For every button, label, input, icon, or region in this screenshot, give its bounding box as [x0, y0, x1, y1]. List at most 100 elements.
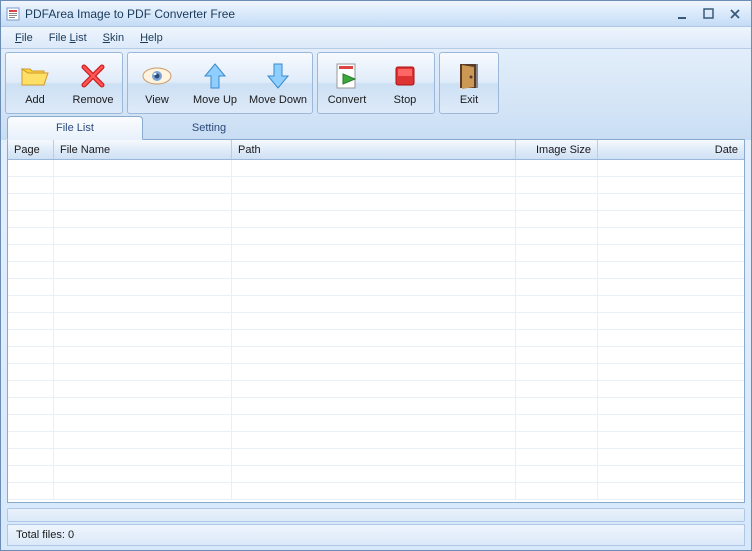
table-cell: [516, 211, 598, 227]
table-cell: [598, 262, 744, 278]
col-path[interactable]: Path: [232, 140, 516, 159]
menubar: File File List Skin Help: [1, 27, 751, 49]
table-cell: [8, 398, 54, 414]
table-cell: [516, 313, 598, 329]
menu-filelist[interactable]: File List: [43, 30, 93, 46]
table-cell: [232, 398, 516, 414]
table-row[interactable]: [8, 330, 744, 347]
table-cell: [598, 313, 744, 329]
table-body[interactable]: [8, 160, 744, 502]
table-cell: [232, 160, 516, 176]
table-row[interactable]: [8, 160, 744, 177]
stop-button[interactable]: Stop: [376, 53, 434, 113]
table-header: Page File Name Path Image Size Date: [8, 140, 744, 160]
table-cell: [54, 177, 232, 193]
table-cell: [516, 296, 598, 312]
app-icon: [5, 6, 21, 22]
table-cell: [232, 415, 516, 431]
tabbar: File List Setting: [1, 114, 751, 140]
table-cell: [8, 194, 54, 210]
table-cell: [516, 228, 598, 244]
toolbar-group-file: Add Remove: [5, 52, 123, 114]
table-cell: [516, 262, 598, 278]
titlebar[interactable]: PDFArea Image to PDF Converter Free: [1, 1, 751, 27]
status-total: Total files: 0: [16, 529, 74, 541]
table-cell: [8, 211, 54, 227]
table-cell: [516, 398, 598, 414]
toolbar-group-view: View Move Up Move Down: [127, 52, 313, 114]
table-cell: [8, 483, 54, 499]
col-filename[interactable]: File Name: [54, 140, 232, 159]
maximize-button[interactable]: [697, 6, 721, 22]
table-row[interactable]: [8, 466, 744, 483]
table-cell: [54, 466, 232, 482]
table-cell: [8, 279, 54, 295]
view-label: View: [145, 94, 169, 106]
table-cell: [54, 194, 232, 210]
table-row[interactable]: [8, 415, 744, 432]
col-date[interactable]: Date: [598, 140, 744, 159]
table-cell: [54, 160, 232, 176]
table-cell: [54, 449, 232, 465]
minimize-button[interactable]: [671, 6, 695, 22]
col-imagesize[interactable]: Image Size: [516, 140, 598, 159]
table-cell: [8, 381, 54, 397]
add-button[interactable]: Add: [6, 53, 64, 113]
table-row[interactable]: [8, 245, 744, 262]
exit-button[interactable]: Exit: [440, 53, 498, 113]
tab-setting[interactable]: Setting: [143, 116, 275, 140]
table-cell: [598, 432, 744, 448]
table-cell: [8, 160, 54, 176]
remove-label: Remove: [73, 94, 114, 106]
convert-button[interactable]: Convert: [318, 53, 376, 113]
table-cell: [516, 245, 598, 261]
table-cell: [54, 347, 232, 363]
table-cell: [516, 330, 598, 346]
table-row[interactable]: [8, 313, 744, 330]
view-button[interactable]: View: [128, 53, 186, 113]
table-row[interactable]: [8, 279, 744, 296]
table-row[interactable]: [8, 381, 744, 398]
table-cell: [232, 313, 516, 329]
table-cell: [232, 347, 516, 363]
table-cell: [232, 449, 516, 465]
table-cell: [516, 466, 598, 482]
table-row[interactable]: [8, 398, 744, 415]
col-page[interactable]: Page: [8, 140, 54, 159]
table-cell: [516, 432, 598, 448]
table-cell: [516, 279, 598, 295]
table-cell: [54, 432, 232, 448]
menu-skin[interactable]: Skin: [97, 30, 130, 46]
moveup-button[interactable]: Move Up: [186, 53, 244, 113]
table-cell: [8, 177, 54, 193]
table-row[interactable]: [8, 483, 744, 500]
menu-help[interactable]: Help: [134, 30, 169, 46]
table-row[interactable]: [8, 364, 744, 381]
table-cell: [598, 347, 744, 363]
table-row[interactable]: [8, 194, 744, 211]
menu-file[interactable]: File: [9, 30, 39, 46]
remove-button[interactable]: Remove: [64, 53, 122, 113]
table-row[interactable]: [8, 432, 744, 449]
table-row[interactable]: [8, 211, 744, 228]
table-cell: [516, 449, 598, 465]
table-cell: [598, 245, 744, 261]
table-cell: [54, 364, 232, 380]
movedown-button[interactable]: Move Down: [244, 53, 312, 113]
table-row[interactable]: [8, 296, 744, 313]
table-cell: [232, 432, 516, 448]
table-cell: [598, 466, 744, 482]
table-cell: [232, 330, 516, 346]
table-cell: [54, 313, 232, 329]
table-cell: [598, 228, 744, 244]
tab-filelist[interactable]: File List: [7, 116, 143, 140]
close-button[interactable]: [723, 6, 747, 22]
table-cell: [54, 211, 232, 227]
table-row[interactable]: [8, 449, 744, 466]
table-row[interactable]: [8, 177, 744, 194]
add-label: Add: [25, 94, 45, 106]
table-row[interactable]: [8, 228, 744, 245]
table-row[interactable]: [8, 262, 744, 279]
table-row[interactable]: [8, 347, 744, 364]
arrow-up-icon: [199, 60, 231, 92]
